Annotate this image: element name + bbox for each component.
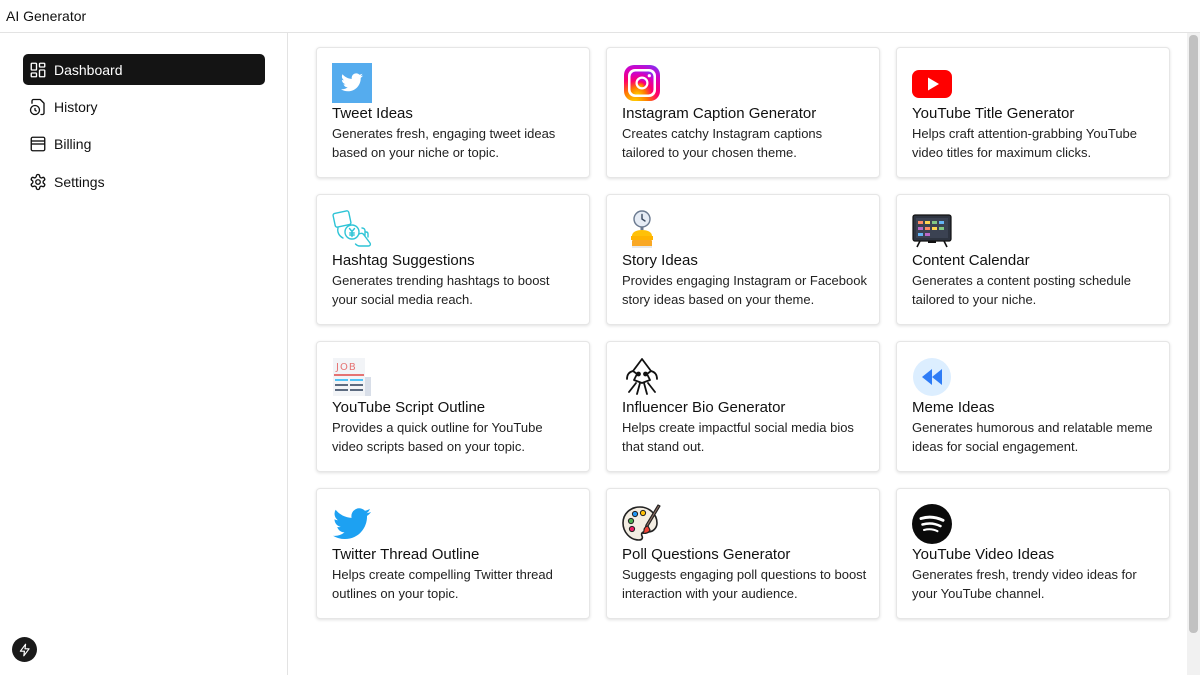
twitter-square-icon: [332, 63, 372, 103]
app-title: AI Generator: [6, 8, 87, 24]
template-card-hashtag-suggestions[interactable]: Hashtag Suggestions Generates trending h…: [316, 194, 590, 325]
rewind-icon: [912, 357, 952, 397]
card-title: Meme Ideas: [912, 399, 995, 416]
template-card-meme-ideas[interactable]: Meme Ideas Generates humorous and relata…: [896, 341, 1170, 472]
template-card-twitter-thread-outline[interactable]: Twitter Thread Outline Helps create comp…: [316, 488, 590, 619]
template-card-youtube-title-generator[interactable]: YouTube Title Generator Helps craft atte…: [896, 47, 1170, 178]
template-card-poll-questions-generator[interactable]: Poll Questions Generator Suggests engagi…: [606, 488, 880, 619]
template-card-youtube-script-outline[interactable]: JOB YouTube Script Outline Provides a qu…: [316, 341, 590, 472]
card-description: Suggests engaging poll questions to boos…: [622, 567, 867, 601]
card-description: Provides a quick outline for YouTube vid…: [332, 420, 543, 454]
card-title: Tweet Ideas: [332, 105, 413, 122]
instagram-icon: [622, 63, 662, 103]
hashtag-money-icon: [332, 210, 372, 250]
job-newspaper-icon: JOB: [332, 357, 372, 397]
card-description: Generates trending hashtags to boost you…: [332, 273, 550, 307]
card-title: Story Ideas: [622, 252, 698, 269]
template-card-youtube-video-ideas[interactable]: YouTube Video Ideas Generates fresh, tre…: [896, 488, 1170, 619]
sidebar-item-settings[interactable]: Settings: [23, 166, 265, 197]
card-description: Generates a content posting schedule tai…: [912, 273, 1131, 307]
top-bar: AI Generator: [0, 0, 1200, 33]
card-title: YouTube Video Ideas: [912, 546, 1055, 563]
card-title: Hashtag Suggestions: [332, 252, 475, 269]
card-title: Content Calendar: [912, 252, 1030, 269]
card-title: Influencer Bio Generator: [622, 399, 786, 416]
sidebar-item-label: Settings: [54, 173, 105, 190]
card-title: YouTube Title Generator: [912, 105, 1075, 122]
main-content: Tweet Ideas Generates fresh, engaging tw…: [289, 33, 1187, 675]
scrollbar-thumb[interactable]: [1189, 35, 1198, 633]
card-description: Helps create compelling Twitter thread o…: [332, 567, 553, 601]
card-description: Generates fresh, engaging tweet ideas ba…: [332, 126, 556, 160]
bolt-icon: [18, 643, 32, 657]
template-grid: Tweet Ideas Generates fresh, engaging tw…: [316, 47, 1170, 619]
sidebar-item-dashboard[interactable]: Dashboard: [23, 54, 265, 85]
template-card-influencer-bio-generator[interactable]: Influencer Bio Generator Helps create im…: [606, 341, 880, 472]
template-card-story-ideas[interactable]: Story Ideas Provides engaging Instagram …: [606, 194, 880, 325]
sidebar-item-label: History: [54, 98, 98, 115]
spotify-icon: [912, 504, 952, 544]
sidebar: Dashboard History Billing Settings: [0, 33, 288, 675]
scrollbar[interactable]: [1187, 33, 1200, 675]
calendar-board-icon: [912, 210, 952, 250]
card-description: Provides engaging Instagram or Facebook …: [622, 273, 867, 307]
card-description: Generates humorous and relatable meme id…: [912, 420, 1153, 454]
svg-text:JOB: JOB: [335, 362, 357, 373]
billing-icon: [29, 135, 47, 153]
sidebar-item-label: Dashboard: [54, 61, 123, 78]
story-timer-icon: [622, 210, 662, 250]
youtube-icon: [912, 63, 952, 103]
template-card-instagram-caption-generator[interactable]: Instagram Caption Generator Creates catc…: [606, 47, 880, 178]
dashboard-icon: [29, 61, 47, 79]
card-description: Generates fresh, trendy video ideas for …: [912, 567, 1137, 601]
card-title: Twitter Thread Outline: [332, 546, 480, 563]
card-description: Helps craft attention-grabbing YouTube v…: [912, 126, 1138, 160]
bolt-button[interactable]: [12, 637, 37, 662]
card-title: Instagram Caption Generator: [622, 105, 817, 122]
sidebar-item-history[interactable]: History: [23, 91, 265, 122]
card-title: Poll Questions Generator: [622, 546, 791, 563]
card-description: Creates catchy Instagram captions tailor…: [622, 126, 823, 160]
template-card-tweet-ideas[interactable]: Tweet Ideas Generates fresh, engaging tw…: [316, 47, 590, 178]
sidebar-item-label: Billing: [54, 135, 92, 152]
squid-icon: [622, 357, 662, 397]
settings-icon: [29, 173, 47, 191]
card-description: Helps create impactful social media bios…: [622, 420, 854, 454]
twitter-bird-icon: [332, 504, 372, 544]
card-title: YouTube Script Outline: [332, 399, 486, 416]
palette-icon: [622, 504, 662, 544]
sidebar-item-billing[interactable]: Billing: [23, 128, 265, 159]
history-icon: [29, 98, 47, 116]
template-card-content-calendar[interactable]: Content Calendar Generates a content pos…: [896, 194, 1170, 325]
